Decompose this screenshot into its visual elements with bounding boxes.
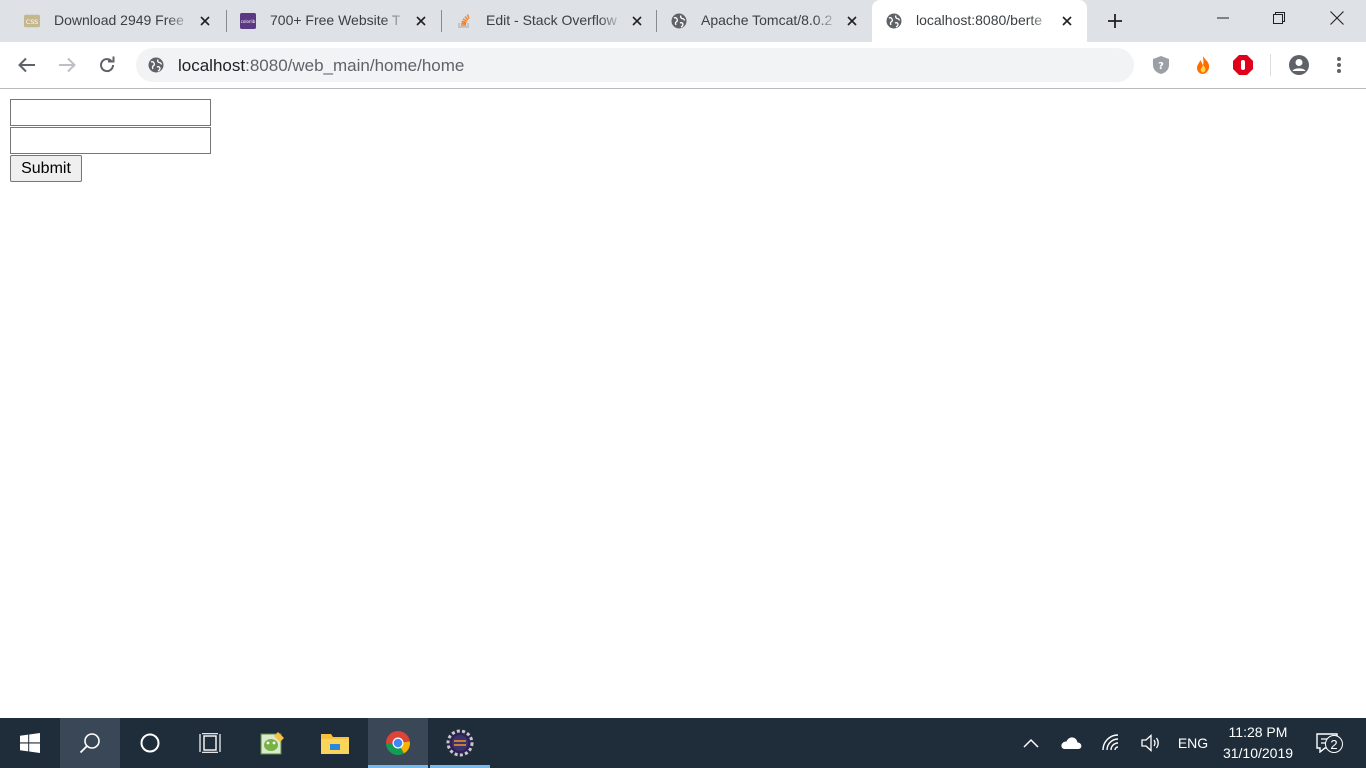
search-button[interactable] — [60, 718, 120, 768]
chrome-icon — [386, 731, 410, 756]
eclipse-ee-icon — [446, 729, 474, 757]
browser-toolbar: localhost:8080/web_main/home/home ? — [0, 42, 1366, 88]
url-host: localhost — [178, 56, 246, 75]
back-button[interactable] — [12, 50, 42, 80]
plus-icon — [1108, 14, 1122, 28]
clock-time: 11:28 PM — [1228, 724, 1288, 740]
stack-overflow-icon — [456, 13, 472, 29]
onedrive-button[interactable] — [1056, 718, 1086, 768]
close-window-button[interactable] — [1308, 0, 1366, 36]
svg-text:?: ? — [1158, 61, 1164, 72]
privacy-badger-button[interactable]: ? — [1148, 52, 1174, 78]
file-explorer-icon — [321, 734, 349, 754]
wifi-icon — [1102, 734, 1119, 751]
speaker-icon — [1141, 734, 1159, 752]
notification-count-badge: 2 — [1325, 735, 1343, 753]
forward-button[interactable] — [52, 50, 82, 80]
menu-button[interactable] — [1326, 52, 1352, 78]
close-icon — [1330, 11, 1344, 25]
minimize-icon — [1217, 17, 1229, 19]
reload-button[interactable] — [92, 50, 122, 80]
colorlib-icon: colorlib — [240, 13, 256, 29]
notepad-plus-button[interactable] — [242, 718, 302, 768]
globe-icon — [886, 13, 902, 29]
toolbar-divider — [1270, 54, 1271, 76]
clock-date: 31/10/2019 — [1222, 745, 1294, 761]
task-view-icon — [199, 733, 221, 753]
close-icon[interactable] — [196, 12, 214, 30]
show-hidden-icons-button[interactable] — [1016, 718, 1046, 768]
start-button[interactable] — [0, 718, 60, 768]
tab-title: Apache Tomcat/8.0.2 — [701, 12, 833, 28]
tab-stack-overflow[interactable]: Edit - Stack Overflow — [442, 0, 660, 42]
taskbar-clock[interactable]: 11:28 PM 31/10/2019 — [1212, 722, 1304, 764]
search-icon — [79, 733, 100, 754]
profile-button[interactable] — [1286, 52, 1312, 78]
new-tab-button[interactable] — [1102, 9, 1128, 33]
globe-icon — [671, 13, 687, 29]
page-content: Submit — [0, 89, 1366, 718]
restore-icon — [1273, 12, 1285, 24]
volume-button[interactable] — [1136, 718, 1166, 768]
notepad-plus-icon — [260, 732, 284, 755]
reload-icon — [100, 56, 115, 73]
eclipse-ee-button[interactable] — [430, 718, 490, 768]
close-icon[interactable] — [1058, 12, 1076, 30]
forward-arrow-icon — [59, 57, 76, 73]
input-language-indicator[interactable]: ENG — [1174, 718, 1212, 768]
close-icon[interactable] — [412, 12, 430, 30]
url-text: localhost:8080/web_main/home/home — [178, 56, 464, 76]
address-bar[interactable]: localhost:8080/web_main/home/home — [136, 48, 1134, 82]
windows-start-icon — [20, 733, 40, 753]
flame-icon — [1197, 56, 1210, 74]
task-view-button[interactable] — [180, 718, 240, 768]
cloud-icon — [1061, 737, 1082, 749]
file-explorer-button[interactable] — [305, 718, 365, 768]
tab-colorlib[interactable]: colorlib 700+ Free Website T — [226, 0, 444, 42]
network-button[interactable] — [1097, 718, 1127, 768]
browser-window: CSS Download 2949 Free colorlib 700+ Fre… — [0, 0, 1366, 89]
text-input-1[interactable] — [10, 99, 211, 126]
taskbar: ENG 11:28 PM 31/10/2019 — [0, 718, 1366, 768]
cortana-icon — [140, 733, 160, 753]
svg-text:CSS: CSS — [26, 19, 38, 26]
tab-title: Edit - Stack Overflow — [486, 12, 617, 28]
cortana-button[interactable] — [120, 718, 180, 768]
chrome-taskbar-button[interactable] — [368, 718, 428, 768]
globe-icon — [148, 57, 164, 73]
tab-strip: CSS Download 2949 Free colorlib 700+ Fre… — [0, 0, 1366, 42]
fire-extension-button[interactable] — [1190, 52, 1216, 78]
shield-icon: ? — [1153, 56, 1169, 74]
stop-hand-icon — [1233, 55, 1253, 75]
restore-button[interactable] — [1250, 0, 1308, 36]
tab-title: localhost:8080/berte — [916, 12, 1043, 28]
minimize-button[interactable] — [1194, 0, 1252, 36]
url-path: :8080/web_main/home/home — [245, 56, 465, 75]
tab-localhost-active[interactable]: localhost:8080/berte — [872, 0, 1087, 42]
tab-apache-tomcat[interactable]: Apache Tomcat/8.0.2 — [657, 0, 875, 42]
submit-button[interactable]: Submit — [10, 155, 82, 182]
back-arrow-icon — [18, 57, 35, 73]
css-icon: CSS — [24, 13, 40, 29]
svg-text:colorlib: colorlib — [241, 19, 256, 24]
tab-title: Download 2949 Free — [54, 12, 184, 28]
chevron-up-icon — [1023, 738, 1039, 748]
adblock-button[interactable] — [1230, 52, 1256, 78]
text-input-2[interactable] — [10, 127, 211, 154]
account-icon — [1289, 55, 1309, 75]
more-vert-icon — [1337, 57, 1341, 73]
close-icon[interactable] — [843, 12, 861, 30]
close-icon[interactable] — [628, 12, 646, 30]
tab-title: 700+ Free Website T — [270, 12, 401, 28]
tab-download-css[interactable]: CSS Download 2949 Free — [10, 0, 228, 42]
